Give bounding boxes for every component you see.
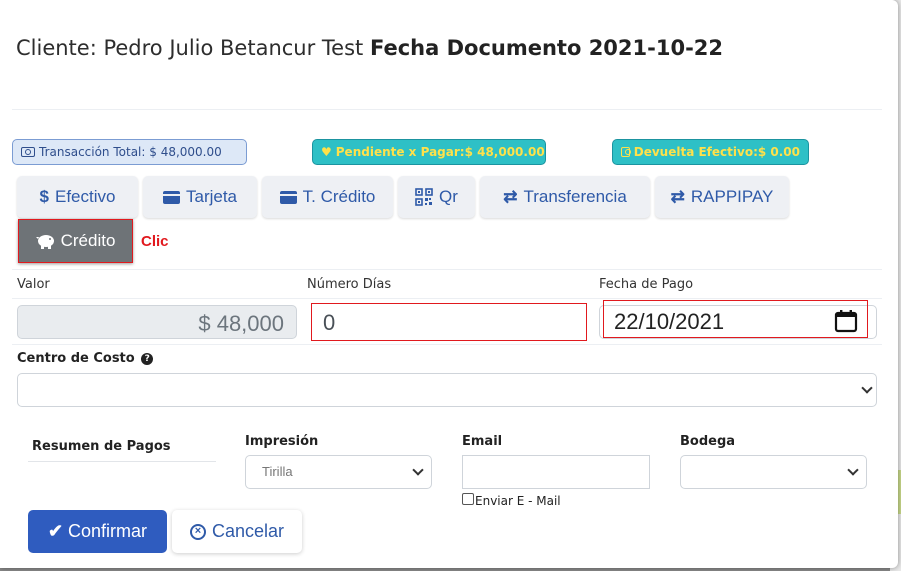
resumen-divider [28, 461, 216, 462]
cancelar-button[interactable]: × Cancelar [172, 510, 302, 553]
impresion-value: Tirilla [262, 464, 293, 479]
fecha-pago-input[interactable]: 22/10/2021 [603, 300, 868, 338]
change-text: Devuelta Efectivo:$ 0.00 [633, 145, 800, 159]
close-circle-icon: × [189, 523, 206, 540]
piggy-bank-icon [35, 235, 54, 249]
efectivo-label: Efectivo [54, 187, 116, 206]
numero-dias-label: Número Días [307, 277, 392, 292]
tcredito-label: T. Crédito [302, 187, 376, 206]
client-name: Cliente: Pedro Julio Betancur Test [16, 36, 364, 60]
email-label: Email [462, 434, 503, 449]
payment-modal: Cliente: Pedro Julio Betancur Test Fecha… [0, 0, 898, 568]
confirmar-button[interactable]: ✔ Confirmar [28, 510, 167, 553]
rappipay-label: RAPPIPAY [690, 187, 774, 206]
tcredito-button[interactable]: T. Crédito [262, 176, 393, 218]
pending-text: Pendiente x Pagar:$ 48,000.00 [335, 145, 545, 159]
check-icon: ✔ [47, 521, 64, 541]
calendar-icon[interactable] [834, 309, 858, 333]
impresion-select[interactable]: Tirilla [245, 455, 432, 489]
enviar-email-checkbox[interactable] [462, 493, 474, 505]
click-annotation: Clic [141, 233, 169, 250]
email-input[interactable] [462, 455, 650, 489]
pending-badge: ♥ Pendiente x Pagar:$ 48,000.00 [312, 139, 546, 165]
transaction-total-text: Transacción Total: $ 48,000.00 [39, 145, 222, 159]
divider [12, 344, 882, 345]
money-bill-icon [621, 147, 631, 157]
money-bill-icon [21, 147, 35, 157]
credit-card-icon [162, 190, 180, 204]
credit-card-icon [279, 190, 297, 204]
centro-costo-text: Centro de Costo [17, 351, 135, 366]
transferencia-label: Transferencia [523, 187, 627, 206]
dollar-icon: $ [39, 187, 49, 206]
centro-costo-select[interactable] [17, 373, 877, 407]
page-title: Cliente: Pedro Julio Betancur Test Fecha… [16, 36, 723, 60]
enviar-email-label: Enviar E - Mail [475, 494, 561, 508]
resumen-pagos-label: Resumen de Pagos [32, 439, 171, 454]
confirmar-label: Confirmar [68, 521, 148, 541]
exchange-icon: ⇄ [503, 187, 518, 206]
chevron-down-icon [861, 382, 873, 394]
efectivo-button[interactable]: $ Efectivo [17, 176, 138, 218]
valor-label: Valor [17, 277, 50, 292]
chevron-down-icon [412, 464, 424, 476]
heartbeat-icon: ♥ [321, 145, 332, 159]
exchange-icon: ⇄ [670, 187, 685, 206]
impresion-label: Impresión [245, 434, 319, 449]
transaction-total-badge: Transacción Total: $ 48,000.00 [12, 139, 247, 165]
cancelar-label: Cancelar [211, 521, 285, 541]
centro-costo-label: Centro de Costo ? [17, 351, 154, 366]
numero-dias-input[interactable]: 0 [311, 303, 587, 341]
qr-button[interactable]: Qr [398, 176, 475, 218]
valor-input: $ 48,000 [17, 305, 297, 339]
bodega-label: Bodega [680, 434, 736, 449]
change-badge: Devuelta Efectivo:$ 0.00 [612, 139, 809, 165]
credito-button[interactable]: Crédito [18, 219, 133, 263]
fecha-pago-label: Fecha de Pago [599, 277, 694, 292]
transferencia-button[interactable]: ⇄ Transferencia [480, 176, 650, 218]
tarjeta-label: Tarjeta [185, 187, 238, 206]
question-circle-icon[interactable]: ? [141, 353, 154, 365]
credito-label: Crédito [60, 231, 116, 250]
tarjeta-button[interactable]: Tarjeta [143, 176, 257, 218]
qrcode-icon [415, 188, 433, 206]
divider [12, 269, 882, 270]
bodega-select[interactable] [680, 455, 867, 489]
chevron-down-icon [847, 464, 859, 476]
divider [12, 298, 882, 299]
document-date: Fecha Documento 2021-10-22 [369, 36, 724, 60]
rappipay-button[interactable]: ⇄ RAPPIPAY [655, 176, 789, 218]
qr-label: Qr [439, 187, 458, 206]
